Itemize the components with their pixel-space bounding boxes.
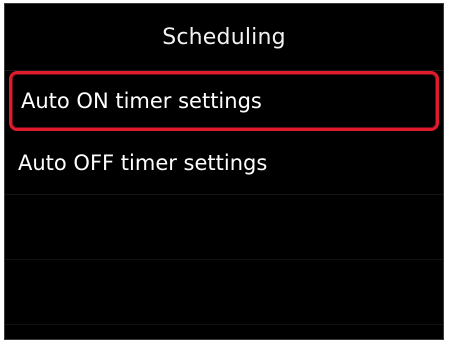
printer-lcd-screen: Scheduling Auto ON timer settings Auto O… — [4, 3, 444, 340]
empty-menu-row — [5, 260, 443, 325]
menu-item-auto-on-timer-settings[interactable]: Auto ON timer settings — [9, 71, 439, 131]
menu-list: Auto ON timer settings Auto OFF timer se… — [5, 70, 443, 325]
empty-menu-row — [5, 195, 443, 260]
menu-item-label: Auto OFF timer settings — [18, 150, 268, 175]
menu-item-label: Auto ON timer settings — [21, 89, 262, 113]
menu-item-auto-off-timer-settings[interactable]: Auto OFF timer settings — [5, 131, 443, 195]
screen-title: Scheduling — [5, 4, 443, 71]
